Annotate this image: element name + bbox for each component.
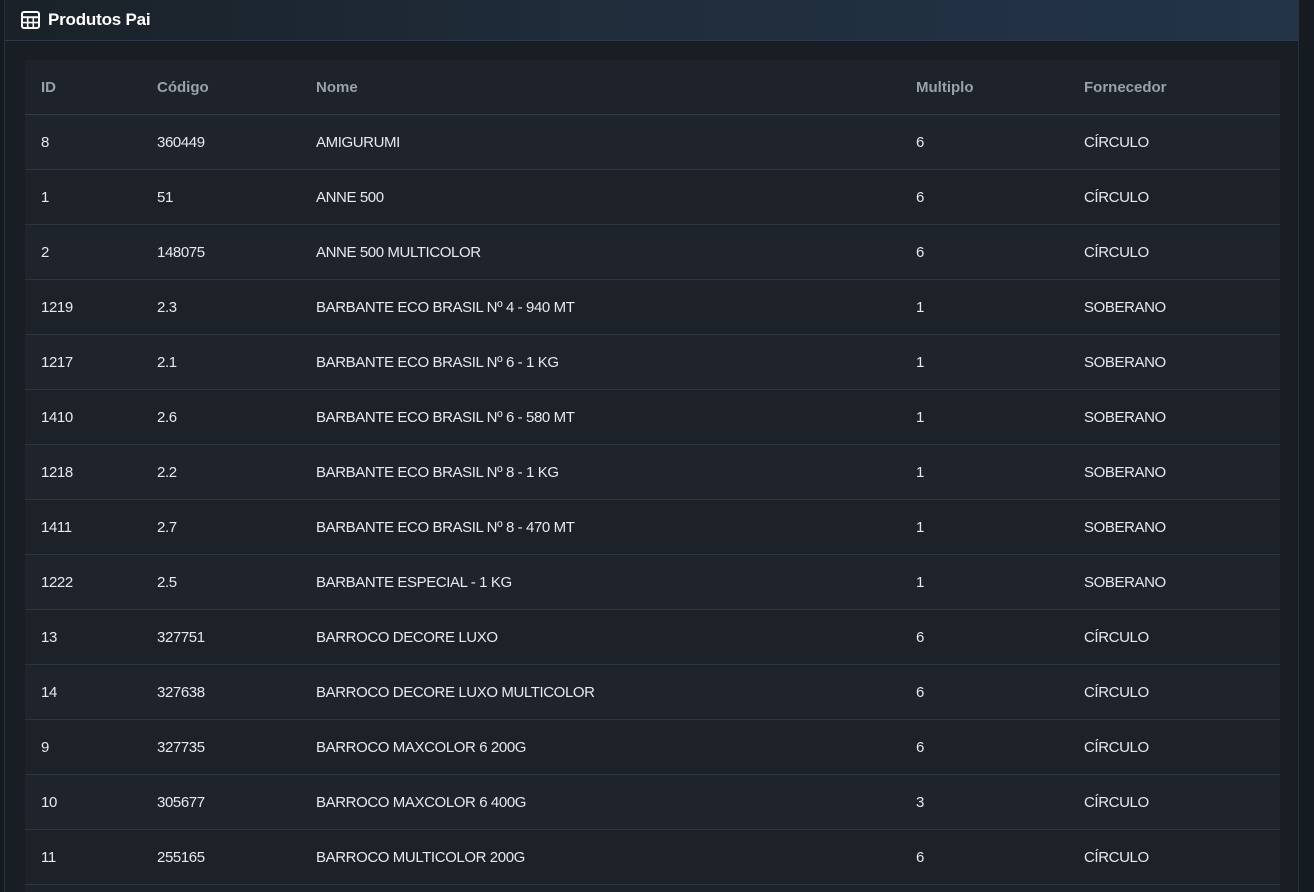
column-header-nome[interactable]: Nome (300, 60, 900, 115)
table-row[interactable]: 1218 2.2 BARBANTE ECO BRASIL Nº 8 - 1 KG 1 S… (25, 444, 1280, 500)
cell-nome: BARBANTE ECO BRASIL Nº 6 - 1 KG (300, 334, 900, 390)
table-row[interactable]: 13 327751 BARROCO DECORE LUXO 6 CÍRCULO (25, 609, 1280, 665)
cell-codigo: 2.6 (141, 389, 300, 445)
cell-nome: AMIGURUMI (300, 114, 900, 170)
table-row[interactable]: 1 51 ANNE 500 6 CÍRCULO (25, 169, 1280, 225)
cell-codigo: 255165 (141, 829, 300, 885)
table-row[interactable]: 9 327735 BARROCO MAXCOLOR 6 200G 6 CÍRCULO (25, 719, 1280, 775)
cell-nome: BARROCO MULTICOLOR 200G (300, 829, 900, 885)
column-header-codigo[interactable]: Código (141, 60, 300, 115)
column-header-multiplo[interactable]: Multiplo (900, 60, 1068, 115)
cell-fornecedor: SOBERANO (1068, 444, 1280, 500)
cell-codigo: 327638 (141, 664, 300, 720)
cell-codigo: 2.7 (141, 499, 300, 555)
panel-header: Produtos Pai (5, 0, 1298, 41)
produtos-table: ID Código Nome Multiplo Fornecedor 8 3604… (25, 60, 1280, 885)
cell-multiplo: 1 (900, 334, 1068, 390)
cell-id: 1219 (25, 279, 141, 335)
column-header-fornecedor[interactable]: Fornecedor (1068, 60, 1280, 115)
cell-multiplo: 3 (900, 774, 1068, 830)
table-icon (21, 11, 40, 29)
cell-fornecedor: CÍRCULO (1068, 114, 1280, 170)
cell-fornecedor: CÍRCULO (1068, 829, 1280, 885)
cell-codigo: 305677 (141, 774, 300, 830)
cell-codigo: 2.1 (141, 334, 300, 390)
cell-nome: BARROCO DECORE LUXO (300, 609, 900, 665)
cell-id: 2 (25, 224, 141, 280)
cell-multiplo: 6 (900, 224, 1068, 280)
cell-id: 8 (25, 114, 141, 170)
cell-multiplo: 1 (900, 444, 1068, 500)
produtos-table-container: ID Código Nome Multiplo Fornecedor 8 3604… (25, 60, 1280, 892)
cell-multiplo: 6 (900, 114, 1068, 170)
cell-nome: BARBANTE ECO BRASIL Nº 4 - 940 MT (300, 279, 900, 335)
cell-codigo: 51 (141, 169, 300, 225)
cell-codigo: 2.3 (141, 279, 300, 335)
cell-multiplo: 6 (900, 664, 1068, 720)
cell-fornecedor: CÍRCULO (1068, 224, 1280, 280)
cell-nome: BARROCO DECORE LUXO MULTICOLOR (300, 664, 900, 720)
cell-multiplo: 1 (900, 499, 1068, 555)
cell-codigo: 327751 (141, 609, 300, 665)
cell-fornecedor: SOBERANO (1068, 554, 1280, 610)
cell-id: 1410 (25, 389, 141, 445)
cell-nome: ANNE 500 (300, 169, 900, 225)
table-row[interactable]: 1222 2.5 BARBANTE ESPECIAL - 1 KG 1 SOBERANO (25, 554, 1280, 610)
cell-id: 1217 (25, 334, 141, 390)
cell-id: 1411 (25, 499, 141, 555)
cell-fornecedor: SOBERANO (1068, 499, 1280, 555)
cell-multiplo: 1 (900, 554, 1068, 610)
cell-fornecedor: CÍRCULO (1068, 719, 1280, 775)
cell-multiplo: 6 (900, 719, 1068, 775)
cell-id: 13 (25, 609, 141, 665)
cell-fornecedor: CÍRCULO (1068, 664, 1280, 720)
panel-title: Produtos Pai (48, 10, 151, 29)
cell-multiplo: 6 (900, 169, 1068, 225)
cell-multiplo: 6 (900, 609, 1068, 665)
column-header-id[interactable]: ID (25, 60, 141, 115)
table-row[interactable]: 2 148075 ANNE 500 MULTICOLOR 6 CÍRCULO (25, 224, 1280, 280)
cell-id: 1 (25, 169, 141, 225)
cell-id: 1218 (25, 444, 141, 500)
cell-fornecedor: SOBERANO (1068, 334, 1280, 390)
cell-id: 9 (25, 719, 141, 775)
cell-id: 1222 (25, 554, 141, 610)
cell-fornecedor: CÍRCULO (1068, 609, 1280, 665)
table-row[interactable]: 1411 2.7 BARBANTE ECO BRASIL Nº 8 - 470 MT… (25, 499, 1280, 555)
cell-codigo: 360449 (141, 114, 300, 170)
cell-nome: ANNE 500 MULTICOLOR (300, 224, 900, 280)
cell-id: 10 (25, 774, 141, 830)
cell-nome: BARROCO MAXCOLOR 6 400G (300, 774, 900, 830)
cell-codigo: 148075 (141, 224, 300, 280)
cell-multiplo: 1 (900, 389, 1068, 445)
table-row[interactable]: 1410 2.6 BARBANTE ECO BRASIL Nº 6 - 580 MT… (25, 389, 1280, 445)
table-row[interactable]: 14 327638 BARROCO DECORE LUXO MULTICOLOR 6 C… (25, 664, 1280, 720)
cell-nome: BARROCO MAXCOLOR 6 200G (300, 719, 900, 775)
table-row[interactable]: 8 360449 AMIGURUMI 6 CÍRCULO (25, 114, 1280, 170)
table-row[interactable]: 10 305677 BARROCO MAXCOLOR 6 400G 3 CÍRCULO (25, 774, 1280, 830)
table-header-row: ID Código Nome Multiplo Fornecedor (25, 60, 1280, 115)
cell-nome: BARBANTE ECO BRASIL Nº 8 - 470 MT (300, 499, 900, 555)
cell-id: 11 (25, 829, 141, 885)
cell-fornecedor: CÍRCULO (1068, 169, 1280, 225)
table-row[interactable]: 11 255165 BARROCO MULTICOLOR 200G 6 CÍRCULO (25, 829, 1280, 885)
table-row[interactable]: 1219 2.3 BARBANTE ECO BRASIL Nº 4 - 940 MT… (25, 279, 1280, 335)
cell-multiplo: 6 (900, 829, 1068, 885)
cell-fornecedor: SOBERANO (1068, 279, 1280, 335)
table-row[interactable]: 1217 2.1 BARBANTE ECO BRASIL Nº 6 - 1 KG 1 S… (25, 334, 1280, 390)
cell-codigo: 2.5 (141, 554, 300, 610)
cell-codigo: 2.2 (141, 444, 300, 500)
cell-nome: BARBANTE ECO BRASIL Nº 6 - 580 MT (300, 389, 900, 445)
cell-nome: BARBANTE ESPECIAL - 1 KG (300, 554, 900, 610)
cell-fornecedor: CÍRCULO (1068, 774, 1280, 830)
cell-multiplo: 1 (900, 279, 1068, 335)
cell-nome: BARBANTE ECO BRASIL Nº 8 - 1 KG (300, 444, 900, 500)
cell-fornecedor: SOBERANO (1068, 389, 1280, 445)
produtos-pai-panel: Produtos Pai ID Código Nome Multiplo For… (4, 0, 1299, 892)
cell-codigo: 327735 (141, 719, 300, 775)
cell-id: 14 (25, 664, 141, 720)
